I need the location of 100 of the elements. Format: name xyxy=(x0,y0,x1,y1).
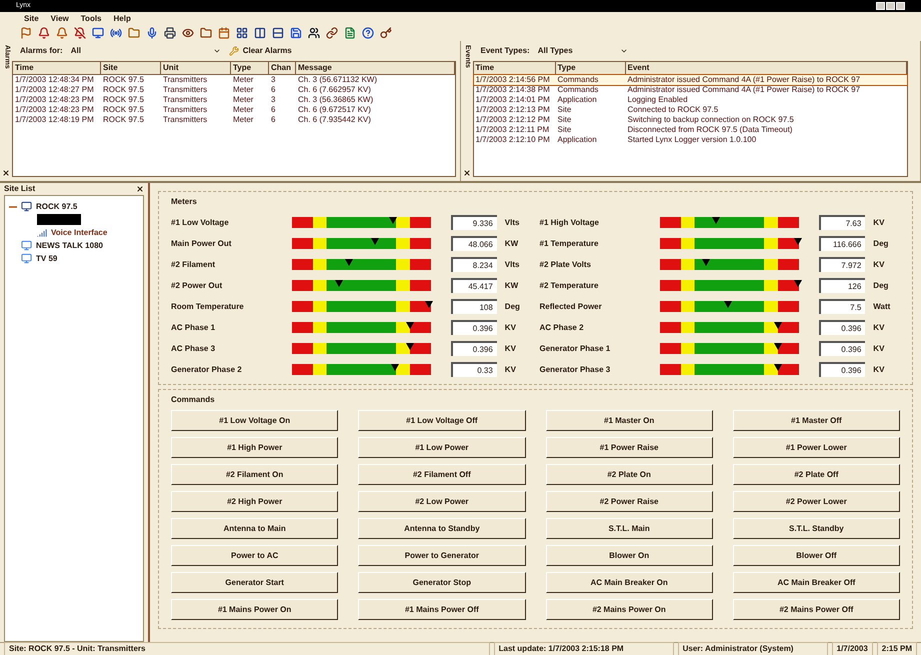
event-row[interactable]: 1/7/2003 2:12:11 PM Site Disconnected from ROCK 97.5 (Data Timeout) xyxy=(474,125,907,135)
meter-label: #1 Low Voltage xyxy=(171,216,230,228)
command-button[interactable]: #2 Power Lower xyxy=(732,491,900,512)
save-icon[interactable] xyxy=(290,27,302,39)
close-icon[interactable] xyxy=(462,169,470,177)
meter-label: Reflected Power xyxy=(540,300,603,312)
key-icon[interactable] xyxy=(380,27,392,39)
command-button[interactable]: #2 High Power xyxy=(171,491,338,512)
bell-icon[interactable] xyxy=(56,27,68,39)
command-button[interactable]: #1 Low Voltage Off xyxy=(358,410,526,431)
rows-icon[interactable] xyxy=(272,27,284,39)
link-icon[interactable] xyxy=(326,27,338,39)
command-button[interactable]: #2 Power Raise xyxy=(546,491,713,512)
folder-icon[interactable] xyxy=(200,27,212,39)
site-icon xyxy=(21,240,32,251)
columns-icon[interactable] xyxy=(254,27,266,39)
status-text: 2:15 PM xyxy=(876,642,917,655)
table-cell-text: ROCK 97.5 xyxy=(102,115,145,125)
command-button[interactable]: #1 Master Off xyxy=(732,410,900,431)
tree-item[interactable]: ROCK 97.5 xyxy=(36,200,78,212)
command-button[interactable]: S.T.L. Main xyxy=(546,518,713,539)
command-button[interactable]: #2 Filament Off xyxy=(358,464,526,485)
help-icon[interactable] xyxy=(362,27,374,39)
event-row[interactable]: 1/7/2003 2:14:38 PM Commands Administrator issued Command 4A (#1 Power Raise) to ROCK 97 xyxy=(474,85,907,95)
site-list-title: Site List xyxy=(4,183,36,195)
users-icon[interactable] xyxy=(308,27,320,39)
command-button[interactable]: AC Main Breaker Off xyxy=(732,572,900,593)
command-button[interactable]: #2 Mains Power Off xyxy=(732,599,900,620)
table-cell-text: Administrator issued Command 4A (#1 Power Raise) to ROCK 97 xyxy=(626,85,862,95)
menu-item[interactable]: Tools xyxy=(80,12,102,24)
document-icon[interactable] xyxy=(344,27,356,39)
monitor-icon[interactable] xyxy=(92,27,104,39)
column-header[interactable]: Site xyxy=(101,62,161,74)
command-button[interactable]: #1 Power Raise xyxy=(546,437,713,458)
calendar-icon[interactable] xyxy=(218,27,230,39)
command-button[interactable]: #2 Low Power xyxy=(358,491,526,512)
command-button[interactable]: #2 Plate On xyxy=(546,464,713,485)
menu-item[interactable]: Site xyxy=(24,12,39,24)
meter-reading: 0.396 xyxy=(819,341,866,356)
table-cell-text: Ch. 6 (9.672517 KV) xyxy=(297,105,372,115)
eye-icon[interactable] xyxy=(182,27,194,39)
folder-icon[interactable] xyxy=(128,27,140,39)
event-types-dropdown[interactable]: All Types xyxy=(538,45,628,57)
bell-off-icon[interactable] xyxy=(74,27,86,39)
event-row[interactable]: 1/7/2003 2:14:56 PM Commands Administrator issued Command 4A (#1 Power Raise) to ROCK 97 xyxy=(474,75,907,85)
alarms-filter-dropdown[interactable]: All xyxy=(70,45,221,57)
event-row[interactable]: 1/7/2003 2:14:01 PM Application Logging Enabled xyxy=(474,95,907,105)
column-header[interactable]: Type xyxy=(231,62,269,74)
table-cell-text: Commands xyxy=(556,85,600,95)
menu-item[interactable]: View xyxy=(50,12,69,24)
column-header[interactable]: Message xyxy=(296,62,454,74)
meter-reading: 0.33 xyxy=(450,362,497,377)
command-button[interactable]: Antenna to Standby xyxy=(358,518,526,539)
tree-item[interactable]: NEWS TALK 1080 xyxy=(36,240,103,252)
command-button[interactable]: Power to Generator xyxy=(358,545,526,566)
command-button[interactable]: S.T.L. Standby xyxy=(732,518,900,539)
table-cell-text: 1/7/2003 12:48:23 PM xyxy=(14,95,95,105)
meter-label: Generator Phase 1 xyxy=(540,342,612,354)
command-button[interactable]: #1 Mains Power On xyxy=(171,599,338,620)
command-button[interactable]: #2 Mains Power On xyxy=(546,599,713,620)
event-row[interactable]: 1/7/2003 2:12:13 PM Site Connected to ROCK 97.5 xyxy=(474,105,907,115)
column-header[interactable]: Unit xyxy=(161,62,231,74)
command-button[interactable]: Power to AC xyxy=(171,545,338,566)
table-cell-text: 1/7/2003 12:48:27 PM xyxy=(14,85,95,95)
command-button[interactable]: #1 Mains Power Off xyxy=(358,599,526,620)
flag-icon[interactable] xyxy=(20,27,32,39)
wrench-icon xyxy=(228,46,239,56)
tree-item[interactable]: TV 59 xyxy=(36,252,58,264)
bell-icon[interactable] xyxy=(38,27,50,39)
event-row[interactable]: 1/7/2003 2:12:10 PM Application Started Lynx Logger version 1.0.100 xyxy=(474,135,907,145)
command-button[interactable]: Blower On xyxy=(546,545,713,566)
radio-icon[interactable] xyxy=(110,27,122,39)
printer-icon[interactable] xyxy=(164,27,176,39)
column-header[interactable]: Time xyxy=(13,62,101,74)
close-icon[interactable] xyxy=(2,169,10,177)
tree-item[interactable]: Voice Interface xyxy=(51,226,108,238)
microphone-icon[interactable] xyxy=(146,27,158,39)
command-button[interactable]: Blower Off xyxy=(732,545,900,566)
command-button[interactable]: #1 High Power xyxy=(171,437,338,458)
column-header[interactable]: Chan xyxy=(269,62,296,74)
command-button[interactable]: #2 Plate Off xyxy=(732,464,900,485)
menu-item[interactable]: Help xyxy=(114,12,131,24)
command-button[interactable]: #1 Power Lower xyxy=(732,437,900,458)
meter-label: #2 Plate Volts xyxy=(540,258,592,270)
table-cell-text: ROCK 97.5 xyxy=(102,105,145,115)
table-cell-text: Switching to backup connection on ROCK 97.5 xyxy=(626,115,795,125)
grid-icon[interactable] xyxy=(236,27,248,39)
close-icon[interactable] xyxy=(136,185,144,193)
command-button[interactable]: #1 Master On xyxy=(546,410,713,431)
event-row[interactable]: 1/7/2003 2:12:12 PM Site Switching to backup connection on ROCK 97.5 xyxy=(474,115,907,125)
command-button[interactable]: #2 Filament On xyxy=(171,464,338,485)
command-button[interactable]: Generator Stop xyxy=(358,572,526,593)
meter-unit: Vlts xyxy=(504,216,520,228)
command-button[interactable]: #1 Low Power xyxy=(358,437,526,458)
command-button[interactable]: #1 Low Voltage On xyxy=(171,410,338,431)
command-button[interactable]: AC Main Breaker On xyxy=(546,572,713,593)
meter-reading: 7.972 xyxy=(819,257,866,272)
command-button[interactable]: Generator Start xyxy=(171,572,338,593)
command-button[interactable]: Antenna to Main xyxy=(171,518,338,539)
clear-alarms-button[interactable]: Clear Alarms xyxy=(228,45,292,57)
